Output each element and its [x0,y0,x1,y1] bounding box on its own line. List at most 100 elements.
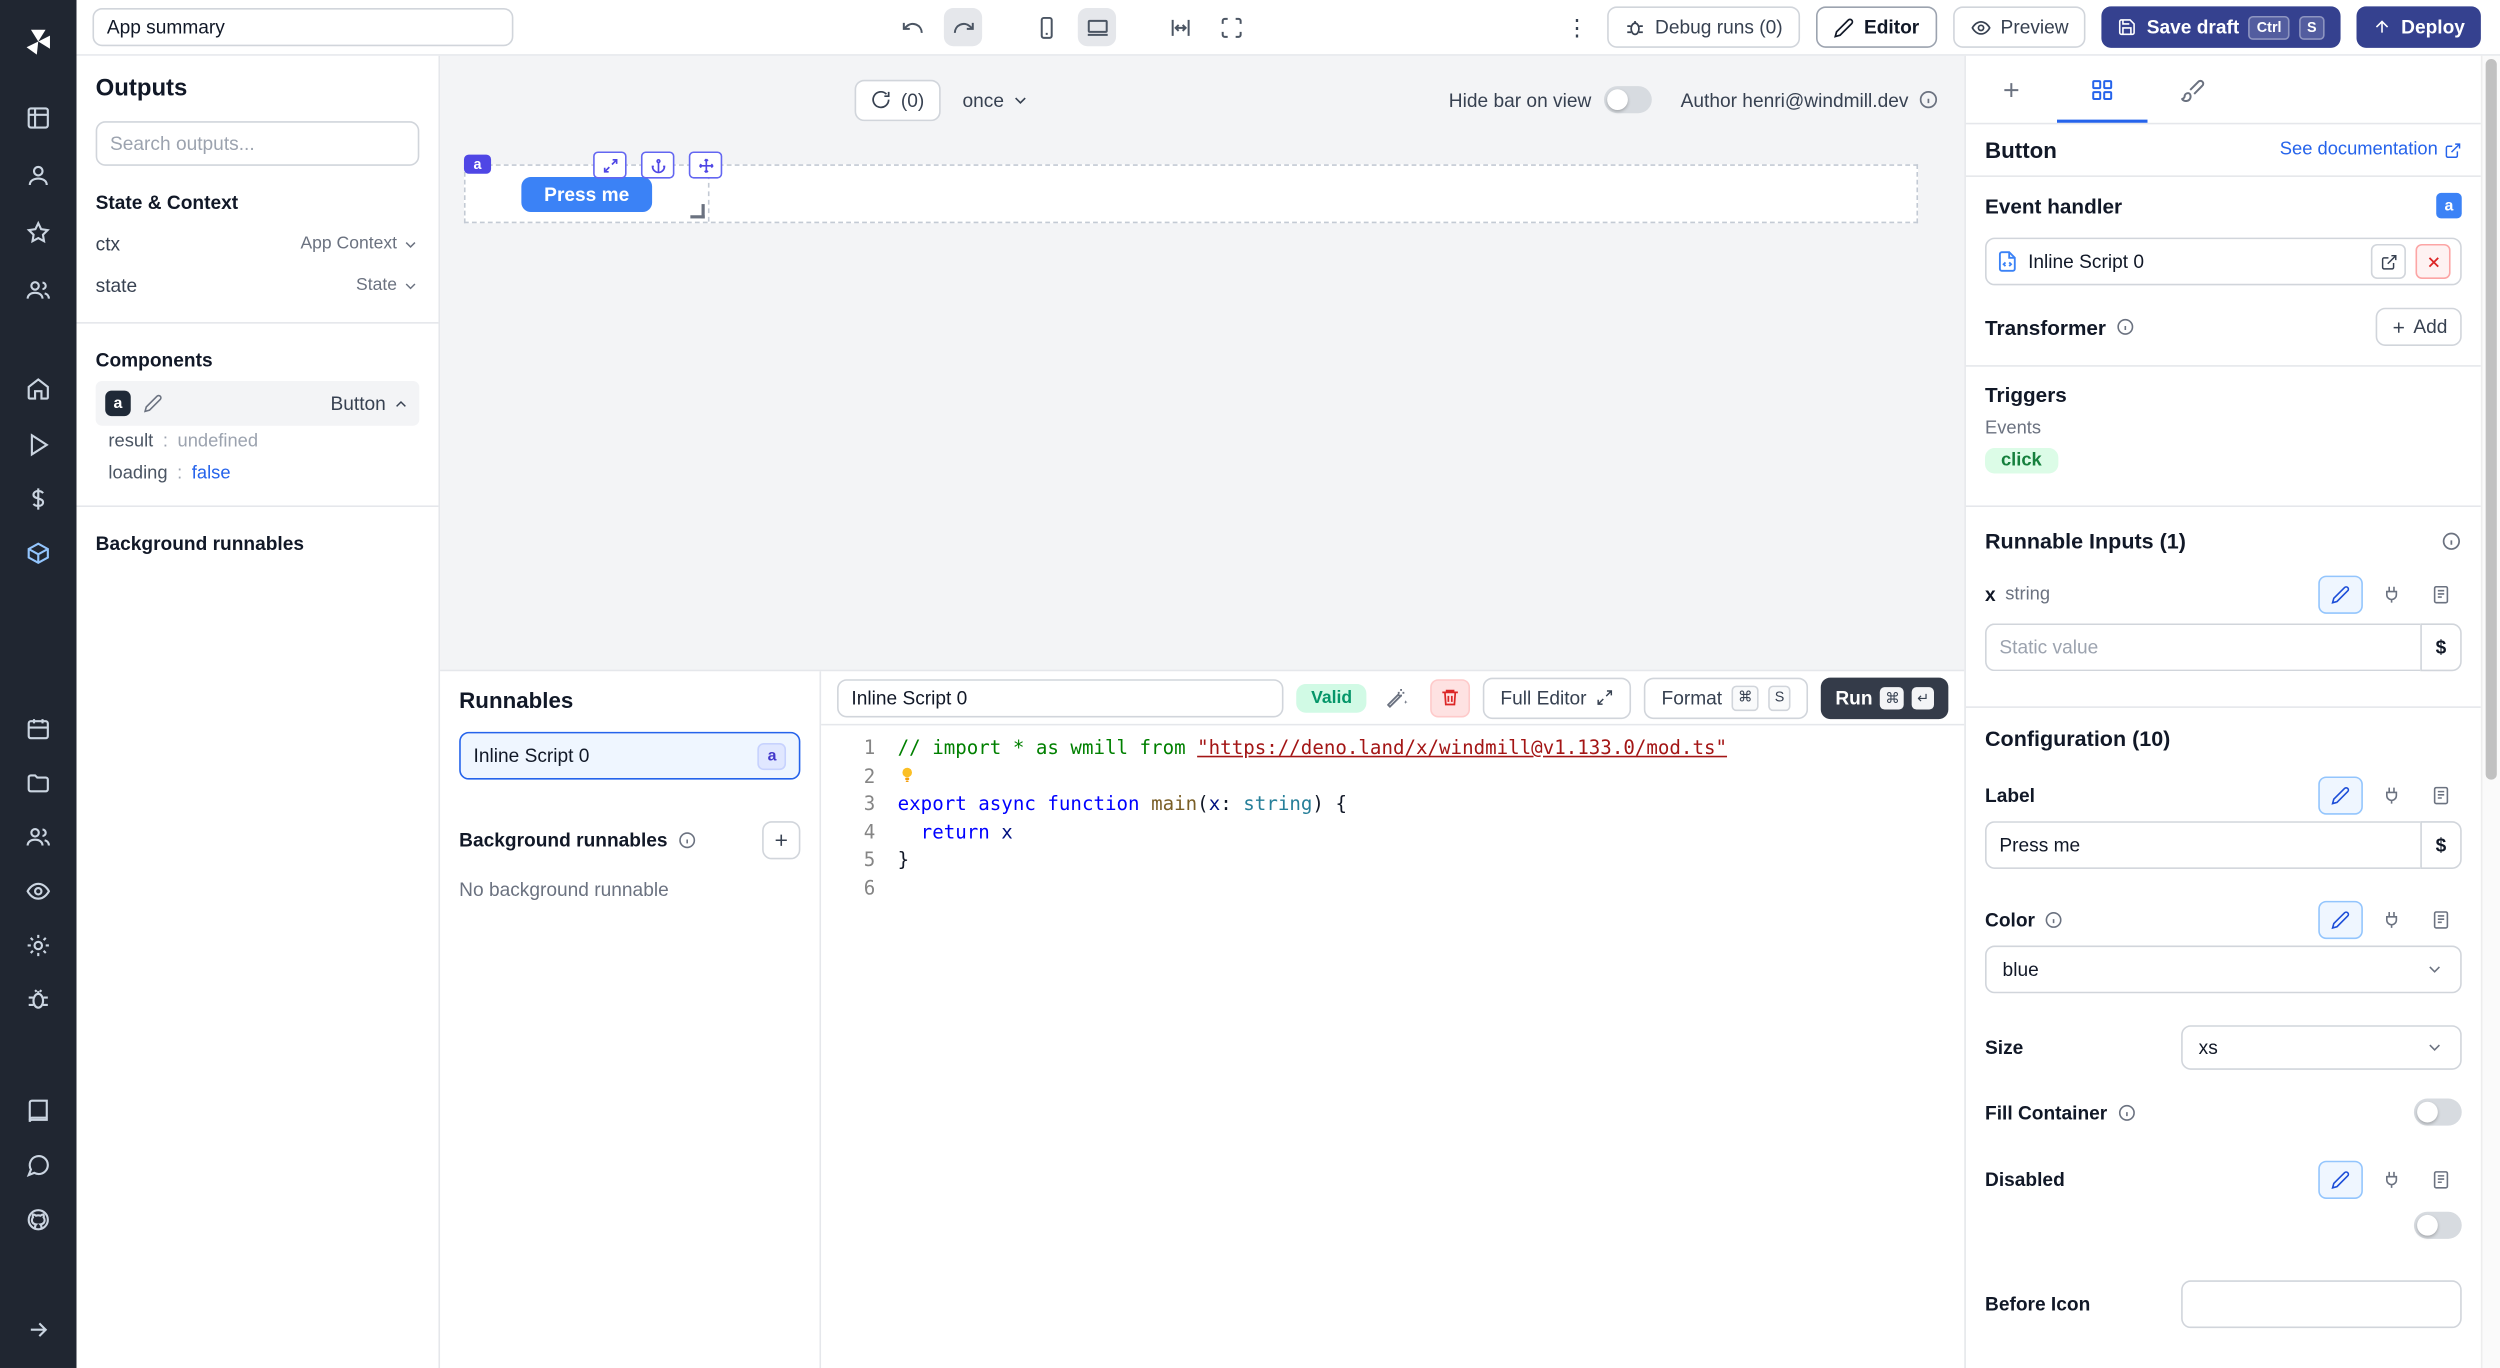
users-group-icon[interactable] [0,810,77,864]
component-row[interactable]: a Button [96,381,420,426]
chat-icon[interactable] [0,1138,77,1192]
play-icon[interactable] [0,418,77,472]
chevron-down-icon[interactable] [402,235,420,253]
disabled-toggle[interactable] [2414,1212,2462,1239]
connect-plug-icon[interactable] [2371,902,2412,937]
template-doc-icon[interactable] [2420,902,2461,937]
add-transformer-button[interactable]: Add [2375,308,2462,346]
pencil-icon[interactable] [143,394,162,413]
component-settings-tab[interactable] [2057,56,2148,123]
component-prop-loading[interactable]: loading : false [96,458,420,490]
info-icon[interactable] [1918,89,1939,110]
home-icon[interactable] [0,360,77,417]
info-icon[interactable] [2117,1103,2136,1122]
runnable-list-item[interactable]: Inline Script 0 a [459,732,800,780]
static-value-input[interactable] [1985,623,2420,671]
press-me-button[interactable]: Press me [522,176,652,211]
users-icon[interactable] [0,261,77,318]
chevron-up-icon[interactable] [392,395,410,413]
fit-width-icon[interactable] [1161,8,1199,46]
static-mode-pencil-icon[interactable] [2318,776,2363,814]
move-icon[interactable] [689,151,722,178]
remove-script-button[interactable] [2416,244,2451,279]
add-background-runnable-button[interactable] [762,821,800,859]
book-icon[interactable] [0,1084,77,1138]
fill-container-toggle[interactable] [2414,1099,2462,1126]
see-documentation-link[interactable]: See documentation [2280,140,2462,159]
output-row-ctx[interactable]: ctx App Context [96,223,420,264]
template-doc-icon[interactable] [2420,778,2461,813]
deploy-button[interactable]: Deploy [2356,6,2480,47]
arrow-right-icon[interactable] [0,1301,77,1358]
selected-button-component[interactable]: Press me [466,166,710,222]
windmill-logo[interactable] [0,13,77,70]
resize-handle[interactable] [690,204,704,218]
full-editor-button[interactable]: Full Editor [1483,677,1631,718]
event-handler-script-row[interactable]: Inline Script 0 [1985,238,2462,286]
save-draft-button[interactable]: Save draft Ctrl S [2102,6,2340,47]
open-script-button[interactable] [2371,244,2406,279]
run-button[interactable]: Run ⌘ ↵ [1821,677,1948,718]
hide-bar-toggle[interactable] [1604,86,1652,113]
chevron-down-icon[interactable] [402,277,420,295]
maximize-icon[interactable] [1212,8,1250,46]
connect-plug-icon[interactable] [2371,577,2412,612]
star-icon[interactable] [0,204,77,261]
dynamic-value-button[interactable]: $ [2420,821,2461,869]
bug-icon[interactable] [0,973,77,1027]
refresh-button[interactable]: (0) [855,79,941,120]
template-doc-icon[interactable] [2420,1162,2461,1197]
output-row-state[interactable]: state State [96,265,420,306]
canvas-grid-row[interactable]: a Press me [464,164,1918,223]
info-icon[interactable] [2441,531,2462,552]
label-value-input[interactable] [1985,821,2420,869]
static-mode-pencil-icon[interactable] [2318,901,2363,939]
color-select[interactable]: blue [1985,945,2462,993]
script-name-input[interactable] [837,678,1284,716]
lightbulb-icon[interactable] [898,765,917,784]
desktop-view-icon[interactable] [1078,8,1116,46]
size-select[interactable]: xs [2181,1025,2462,1070]
scrollbar-thumb[interactable] [2486,59,2497,780]
code-editor[interactable]: 1 2 3 4 5 6 // import * as wmill from "h… [821,725,1964,1368]
debug-runs-button[interactable]: Debug runs (0) [1607,6,1800,47]
styling-tab[interactable] [2148,56,2239,123]
eye-icon[interactable] [0,864,77,918]
redo-icon[interactable] [944,8,982,46]
editor-toggle-button[interactable]: Editor [1816,6,1937,47]
component-prop-result[interactable]: result : undefined [96,426,420,458]
grid-icon[interactable] [0,89,77,146]
dollar-icon[interactable] [0,472,77,526]
connect-plug-icon[interactable] [2371,778,2412,813]
static-mode-pencil-icon[interactable] [2318,576,2363,614]
insert-component-tab[interactable] [1966,56,2057,123]
search-outputs-input[interactable] [96,121,420,166]
preview-toggle-button[interactable]: Preview [1953,6,2086,47]
info-icon[interactable] [2116,317,2135,336]
magic-wand-icon[interactable] [1379,680,1416,715]
vertical-scrollbar[interactable] [2481,56,2500,1368]
static-mode-pencil-icon[interactable] [2318,1161,2363,1199]
recompute-interval-select[interactable]: once [962,88,1029,110]
anchor-icon[interactable] [641,151,674,178]
expand-icon[interactable] [593,151,626,178]
github-icon[interactable] [0,1193,77,1247]
template-doc-icon[interactable] [2420,577,2461,612]
format-button[interactable]: Format ⌘ S [1644,677,1808,718]
before-icon-select[interactable] [2181,1280,2462,1328]
gear-icon[interactable] [0,918,77,972]
app-summary-input[interactable] [92,8,513,46]
folder-icon[interactable] [0,756,77,810]
info-icon[interactable] [2045,910,2064,929]
user-icon[interactable] [0,147,77,204]
dynamic-value-button[interactable]: $ [2420,623,2461,671]
more-menu-icon[interactable]: ⋮ [1563,8,1592,46]
info-icon[interactable] [677,831,696,850]
calendar-icon[interactable] [0,702,77,756]
connect-plug-icon[interactable] [2371,1162,2412,1197]
mobile-view-icon[interactable] [1027,8,1065,46]
app-canvas[interactable]: a Press me [440,143,1964,669]
undo-icon[interactable] [893,8,931,46]
cube-icon[interactable] [0,526,77,580]
delete-script-button[interactable] [1429,678,1470,716]
